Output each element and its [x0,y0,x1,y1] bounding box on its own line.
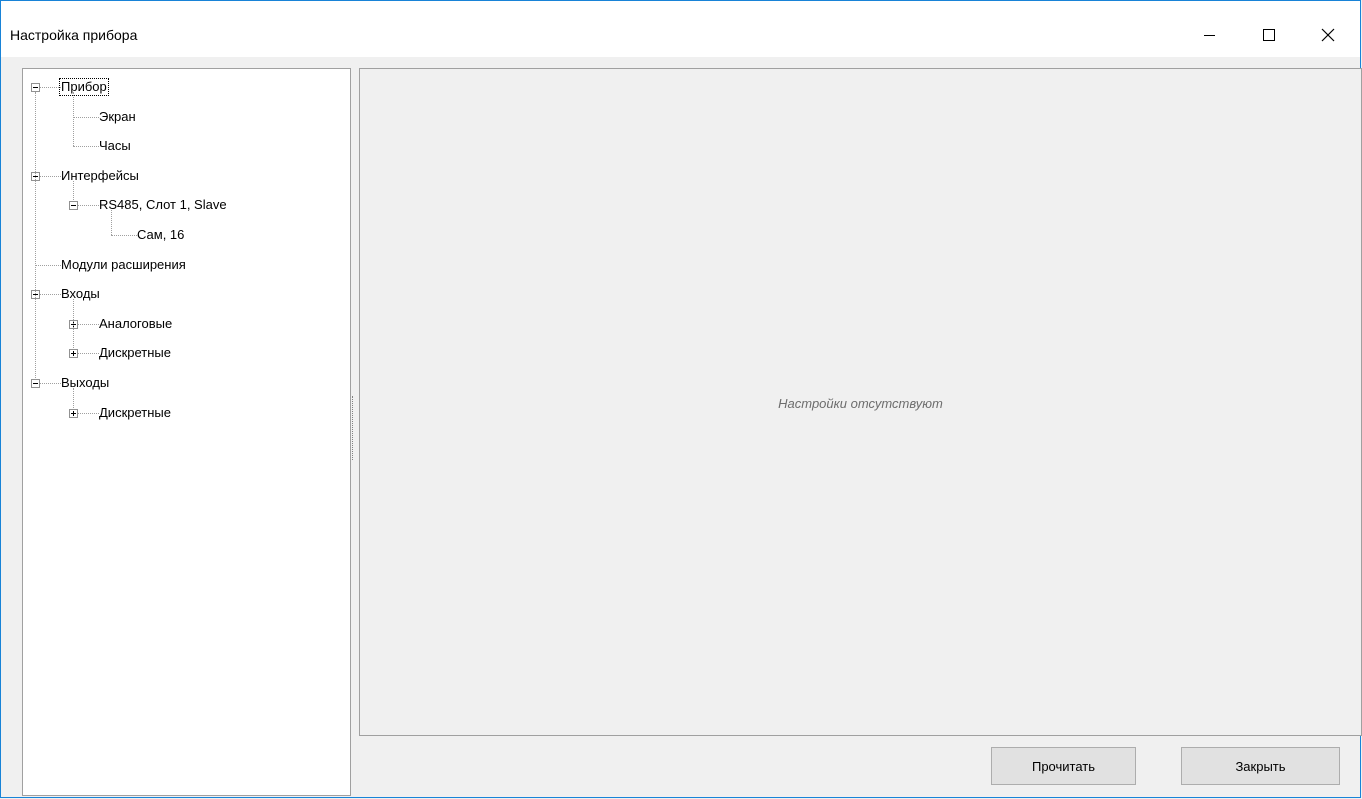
collapse-icon[interactable] [31,83,40,92]
tree-node[interactable]: Модули расширения [59,256,188,274]
tree-node[interactable]: Аналоговые [97,315,174,333]
tree-node[interactable]: Дискретные [97,344,173,362]
tree-node[interactable]: Выходы [59,374,111,392]
splitter-grip[interactable] [352,396,356,460]
window-title: Настройка прибора [10,27,138,43]
title-bar[interactable]: Настройка прибора [1,1,1360,57]
close-button[interactable]: Закрыть [1181,747,1340,785]
collapse-icon[interactable] [31,379,40,388]
tree-line [73,146,99,147]
minimize-button[interactable] [1187,1,1233,57]
settings-window: Настройка прибора Прибор Экран Часы Интерфе… [0,0,1362,798]
close-icon [1321,28,1335,42]
collapse-icon[interactable] [69,201,78,210]
tree-node[interactable]: Экран [97,108,138,126]
tree-node[interactable]: Дискретные [97,404,173,422]
tree-line [73,181,74,200]
tree-line [35,265,61,266]
tree-node[interactable]: Интерфейсы [59,167,141,185]
tree-line [111,235,137,236]
read-button[interactable]: Прочитать [991,747,1136,785]
maximize-icon [1263,29,1275,41]
tree-node[interactable]: Сам, 16 [135,226,186,244]
tree-node[interactable]: RS485, Слот 1, Slave [97,196,229,214]
device-tree[interactable]: Прибор Экран Часы Интерфейсы RS485, Слот 1, … [22,68,351,796]
tree-line [73,117,99,118]
tree-node[interactable]: Часы [97,137,133,155]
empty-settings-message: Настройки отсутствуют [778,396,943,411]
tree-line [73,92,74,146]
maximize-button[interactable] [1246,1,1292,57]
settings-content-panel: Настройки отсутствуют [359,68,1362,736]
tree-line [111,210,112,235]
tree-line [73,299,74,348]
expand-icon[interactable] [69,349,78,358]
tree-node[interactable]: Входы [59,285,102,303]
tree-line [73,388,74,408]
tree-node[interactable]: Прибор [59,78,109,96]
close-window-button[interactable] [1305,1,1351,57]
tree-line [35,92,36,378]
minimize-icon [1204,35,1215,36]
expand-icon[interactable] [69,409,78,418]
